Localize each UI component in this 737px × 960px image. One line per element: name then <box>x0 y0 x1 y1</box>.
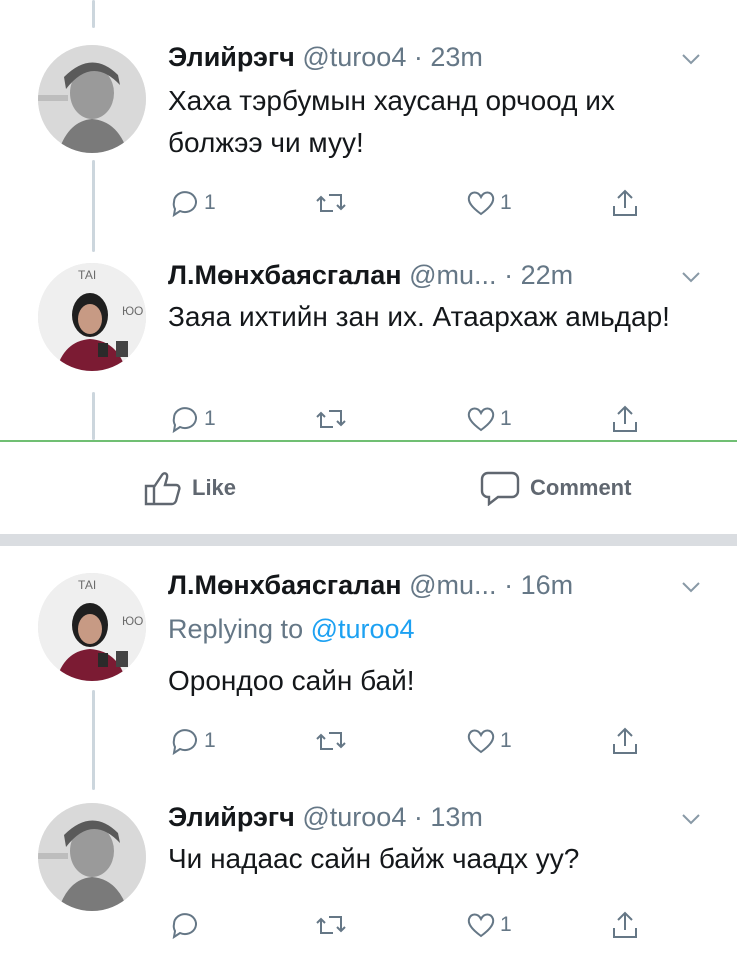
reply-button[interactable]: 1 <box>170 724 216 758</box>
svg-text:ТАI: ТАI <box>78 268 96 282</box>
comment-button[interactable]: Comment <box>470 470 631 506</box>
like-button[interactable]: Like <box>134 470 236 506</box>
share-button[interactable] <box>610 402 640 436</box>
share-icon <box>610 404 640 434</box>
tweet-text: Заяа ихтийн зан их. Атаархаж амьдар! <box>168 301 670 332</box>
share-button[interactable] <box>610 724 640 758</box>
chevron-down-icon[interactable] <box>681 270 701 284</box>
display-name[interactable]: Элийрэгч <box>168 42 295 72</box>
retweet-icon <box>316 404 346 434</box>
username[interactable]: @mu... <box>409 260 496 290</box>
like-button[interactable]: 1 <box>466 402 512 436</box>
retweet-button[interactable] <box>316 724 346 758</box>
chevron-down-icon[interactable] <box>681 580 701 594</box>
retweet-button[interactable] <box>316 402 346 436</box>
reply-icon <box>170 404 200 434</box>
thread-line-2 <box>92 392 95 440</box>
svg-text:ТАI: ТАI <box>78 578 96 592</box>
tweet-header: Элийрэгч @turoo4 · 23m <box>168 40 483 74</box>
separator-dot: · <box>504 260 514 290</box>
tweet-header: Элийрэгч @turoo4 · 13m <box>168 800 483 834</box>
retweet-button[interactable] <box>316 908 346 942</box>
tweet-header: Л.Мөнхбаясгалан @mu... · 16m <box>168 568 573 602</box>
chevron-down-icon[interactable] <box>681 812 701 826</box>
avatar[interactable]: ТАI ЮО <box>38 573 146 681</box>
reply-count: 1 <box>204 407 216 430</box>
retweet-button[interactable] <box>316 186 346 220</box>
display-name[interactable]: Л.Мөнхбаясгалан <box>168 570 402 600</box>
tweet-actions: 1 <box>170 908 670 942</box>
heart-icon <box>466 188 496 218</box>
heart-icon <box>466 404 496 434</box>
like-button[interactable]: 1 <box>466 724 512 758</box>
reply-button[interactable] <box>170 908 204 942</box>
comment-label: Comment <box>530 475 632 500</box>
separator-dot: · <box>504 570 514 600</box>
reply-button[interactable]: 1 <box>170 186 216 220</box>
username[interactable]: @turoo4 <box>302 802 406 832</box>
display-name[interactable]: Элийрэгч <box>168 802 295 832</box>
replying-to-mention[interactable]: @turoo4 <box>311 614 415 644</box>
tweet-actions: 1 1 <box>170 402 670 436</box>
retweet-icon <box>316 726 346 756</box>
replying-to-label: Replying to <box>168 614 304 644</box>
timestamp[interactable]: 22m <box>521 260 574 290</box>
thread-line-3 <box>92 690 95 790</box>
svg-text:ЮО: ЮО <box>122 304 143 318</box>
tweet-text: Чи надаас сайн байж чаадх уу? <box>168 843 580 874</box>
tweet-actions: 1 1 <box>170 186 670 220</box>
like-count: 1 <box>500 407 512 430</box>
like-button[interactable]: 1 <box>466 908 512 942</box>
thread-line-top <box>92 0 95 28</box>
reply-icon <box>170 910 200 940</box>
tweet-actions: 1 1 <box>170 724 670 758</box>
username[interactable]: @mu... <box>409 570 496 600</box>
like-button[interactable]: 1 <box>466 186 512 220</box>
replying-to: Replying to @turoo4 <box>168 612 415 646</box>
tweet-header: Л.Мөнхбаясгалан @mu... · 22m <box>168 258 573 292</box>
avatar[interactable] <box>38 803 146 911</box>
share-button[interactable] <box>610 908 640 942</box>
username[interactable]: @turoo4 <box>302 42 406 72</box>
chevron-down-icon[interactable] <box>681 52 701 66</box>
like-count: 1 <box>500 729 512 752</box>
share-icon <box>610 188 640 218</box>
heart-icon <box>466 726 496 756</box>
svg-text:ЮО: ЮО <box>122 614 143 628</box>
timestamp[interactable]: 13m <box>430 802 483 832</box>
share-icon <box>610 726 640 756</box>
reply-icon <box>170 188 200 218</box>
display-name[interactable]: Л.Мөнхбаясгалан <box>168 260 402 290</box>
reply-button[interactable]: 1 <box>170 402 216 436</box>
tweet-text: Орондоо сайн бай! <box>168 665 415 696</box>
retweet-icon <box>316 910 346 940</box>
separator-dot: · <box>413 802 423 832</box>
tweet-text: Хаха тэрбумын хаусанд орчоод их болжээ ч… <box>168 85 615 158</box>
like-label: Like <box>192 475 237 500</box>
timestamp[interactable]: 23m <box>430 42 483 72</box>
share-button[interactable] <box>610 186 640 220</box>
section-separator <box>0 534 737 546</box>
thumbs-up-icon <box>144 470 182 506</box>
share-icon <box>610 910 640 940</box>
retweet-icon <box>316 188 346 218</box>
like-count: 1 <box>500 913 512 936</box>
heart-icon <box>466 910 496 940</box>
avatar[interactable]: ТАI ЮО <box>38 263 146 371</box>
thread-line-1 <box>92 160 95 252</box>
reply-icon <box>170 726 200 756</box>
facebook-action-bar: Like Comment <box>0 442 737 534</box>
like-count: 1 <box>500 191 512 214</box>
avatar[interactable] <box>38 45 146 153</box>
separator-dot: · <box>413 42 423 72</box>
reply-count: 1 <box>204 191 216 214</box>
timestamp[interactable]: 16m <box>521 570 574 600</box>
comment-bubble-icon <box>480 470 520 506</box>
reply-count: 1 <box>204 729 216 752</box>
